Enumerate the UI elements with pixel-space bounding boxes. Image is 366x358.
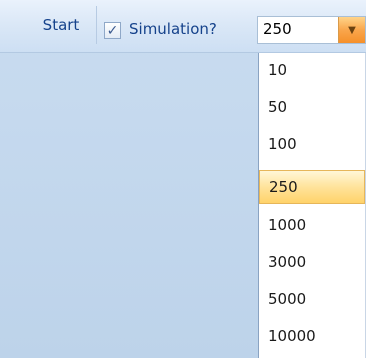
toolbar: Start ✓ Simulation? 250 ▼ — [0, 0, 366, 53]
dropdown-option[interactable]: 5000 — [259, 282, 365, 316]
checkmark-icon: ✓ — [106, 22, 119, 39]
simulation-checkbox[interactable]: ✓ — [104, 22, 121, 39]
dropdown-option[interactable]: 3000 — [259, 245, 365, 279]
combo-selected-value: 250 — [263, 20, 292, 38]
combo-dropdown-button[interactable]: ▼ — [338, 17, 365, 43]
dropdown-option[interactable]: 10000 — [259, 319, 365, 353]
simulation-checkbox-label[interactable]: Simulation? — [129, 20, 217, 38]
dropdown-option[interactable]: 50 — [259, 90, 365, 124]
toolbar-separator — [96, 6, 97, 44]
simulation-count-combo[interactable]: 250 ▼ — [257, 16, 366, 44]
start-button[interactable]: Start — [26, 8, 96, 42]
dropdown-option[interactable]: 100 — [259, 127, 365, 161]
combo-dropdown-list: 10 50 100 250 1000 3000 5000 10000 — [258, 53, 366, 358]
dropdown-option[interactable]: 1000 — [259, 208, 365, 242]
dropdown-option[interactable]: 10 — [259, 53, 365, 87]
dropdown-option-selected[interactable]: 250 — [259, 170, 365, 204]
chevron-down-icon: ▼ — [348, 24, 356, 36]
